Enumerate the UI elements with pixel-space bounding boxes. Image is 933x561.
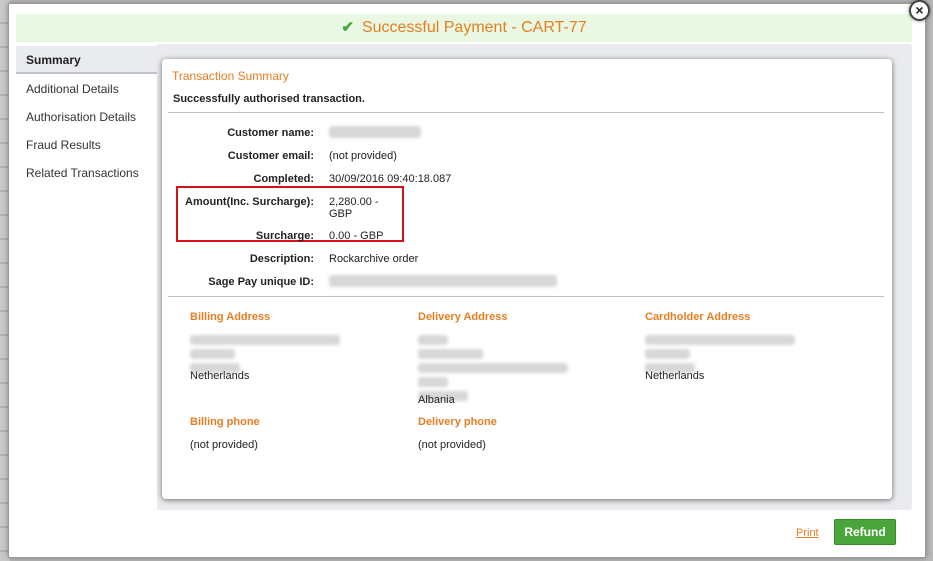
check-icon: ✔: [341, 19, 354, 36]
close-icon: ×: [915, 2, 924, 18]
surcharge-label: Surcharge:: [255, 230, 314, 242]
tab-related-transactions[interactable]: Related Transactions: [16, 159, 157, 187]
unique-id-value: [329, 275, 557, 290]
description-label: Description:: [249, 253, 314, 265]
billing-address-redacted: [190, 335, 340, 373]
amount-label: Amount(Inc. Surcharge):: [185, 196, 314, 208]
divider: [168, 112, 884, 113]
tab-label: Additional Details: [26, 82, 119, 96]
sidebar-tabs: Summary Additional Details Authorisation…: [16, 44, 157, 510]
delivery-address-heading: Delivery Address: [418, 311, 508, 323]
completed-label: Completed:: [253, 173, 315, 185]
delivery-country: Albania: [418, 394, 455, 406]
billing-phone-heading: Billing phone: [190, 416, 260, 428]
customer-name-label: Customer name:: [227, 127, 314, 139]
tab-label: Related Transactions: [26, 166, 139, 180]
completed-value: 30/09/2016 09:40:18.087: [329, 173, 452, 185]
billing-phone-value: (not provided): [190, 439, 258, 451]
tab-authorisation-details[interactable]: Authorisation Details: [16, 103, 157, 131]
description-value: Rockarchive order: [329, 253, 419, 265]
tab-additional-details[interactable]: Additional Details: [16, 75, 157, 103]
delivery-address-redacted: [418, 335, 568, 401]
tab-label: Authorisation Details: [26, 110, 137, 124]
tab-label: Summary: [26, 53, 81, 67]
customer-email-label: Customer email:: [227, 150, 314, 162]
cardholder-address-redacted: [645, 335, 795, 373]
section-title: Transaction Summary: [172, 69, 289, 83]
billing-country: Netherlands: [190, 370, 250, 382]
divider: [168, 296, 884, 297]
cardholder-address-heading: Cardholder Address: [645, 311, 751, 323]
customer-email-value: (not provided): [329, 150, 397, 162]
delivery-phone-heading: Delivery phone: [418, 416, 497, 428]
tab-label: Fraud Results: [26, 138, 101, 152]
print-link[interactable]: Print: [796, 527, 819, 539]
unique-id-label: Sage Pay unique ID:: [208, 276, 314, 288]
surcharge-value: 0.00 - GBP: [329, 230, 384, 242]
refund-button[interactable]: Refund: [834, 519, 896, 545]
modal-title: Successful Payment - CART-77: [361, 19, 587, 36]
tab-summary[interactable]: Summary: [16, 46, 157, 74]
amount-value-line1: 2,280.00 -: [329, 196, 379, 208]
delivery-phone-value: (not provided): [418, 439, 486, 451]
close-button[interactable]: ×: [909, 0, 930, 21]
amount-value-line2: GBP: [329, 208, 353, 220]
customer-name-value: [329, 126, 421, 141]
modal-title-bar: ✔ Successful Payment - CART-77: [16, 14, 912, 42]
billing-address-heading: Billing Address: [190, 311, 271, 323]
transaction-summary-panel: Transaction Summary Successfully authori…: [162, 59, 892, 499]
cardholder-country: Netherlands: [645, 370, 705, 382]
status-text: Successfully authorised transaction.: [173, 93, 365, 105]
tab-fraud-results[interactable]: Fraud Results: [16, 131, 157, 159]
